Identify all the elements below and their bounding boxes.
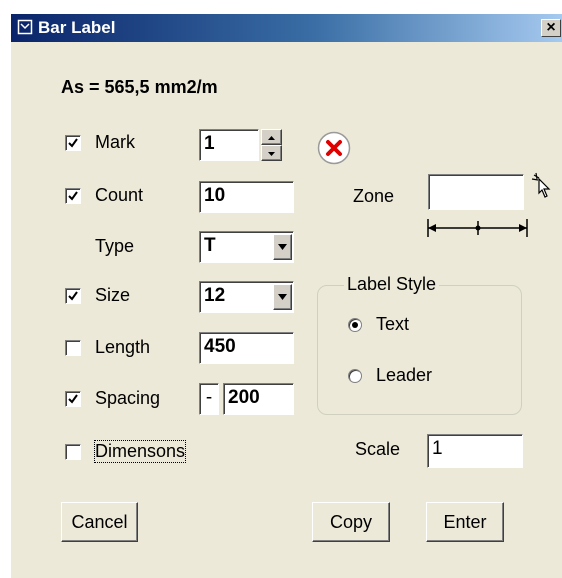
- length-checkbox[interactable]: [65, 340, 81, 356]
- check-icon: [68, 138, 78, 148]
- count-input[interactable]: 10: [199, 181, 294, 213]
- mark-label: Mark: [95, 132, 135, 152]
- check-icon: [68, 394, 78, 404]
- cancel-button[interactable]: Cancel: [61, 502, 138, 542]
- size-dropdown-button[interactable]: [273, 284, 292, 310]
- zone-label: Zone: [353, 186, 395, 206]
- arrow-up-icon: [268, 136, 275, 140]
- spacing-checkbox[interactable]: [65, 391, 81, 407]
- dimensions-checkbox[interactable]: [65, 444, 81, 460]
- radio-leader-label: Leader: [376, 365, 433, 385]
- mark-checkbox[interactable]: [65, 135, 81, 151]
- label-style-title: Label Style: [344, 274, 440, 295]
- count-checkbox[interactable]: [65, 188, 81, 204]
- window-icon: [17, 19, 33, 35]
- type-label: Type: [95, 236, 135, 256]
- type-dropdown-button[interactable]: [273, 234, 292, 260]
- radio-text[interactable]: [348, 318, 362, 332]
- label-style-group: [317, 285, 522, 415]
- close-button[interactable]: ×: [541, 19, 561, 37]
- mark-spin-down[interactable]: [261, 145, 282, 161]
- length-input[interactable]: 450: [199, 332, 294, 364]
- scale-input[interactable]: 1: [427, 434, 523, 468]
- scale-label: Scale: [355, 439, 401, 459]
- copy-button[interactable]: Copy: [312, 502, 390, 542]
- area-readout: As = 565,5 mm2/m: [61, 77, 218, 97]
- size-checkbox[interactable]: [65, 288, 81, 304]
- dimensions-label: Dimensons: [93, 440, 187, 463]
- window-title: Bar Label: [38, 18, 116, 37]
- check-icon: [68, 291, 78, 301]
- radio-leader[interactable]: [348, 369, 362, 383]
- type-value: T: [204, 235, 216, 256]
- count-label: Count: [95, 185, 144, 205]
- pick-cursor-icon[interactable]: [529, 171, 555, 205]
- zone-input[interactable]: [428, 174, 524, 210]
- spacing-label: Spacing: [95, 388, 161, 408]
- spacing-prefix-input[interactable]: -: [199, 383, 219, 415]
- arrow-down-icon: [268, 152, 275, 156]
- bar-label-dialog: Bar Label × As = 565,5 mm2/m Mark 1 Coun…: [10, 14, 562, 578]
- enter-button[interactable]: Enter: [426, 502, 504, 542]
- delete-icon[interactable]: [317, 131, 351, 165]
- mark-spin-up[interactable]: [261, 129, 282, 145]
- length-label: Length: [95, 337, 151, 357]
- size-value: 12: [204, 285, 226, 306]
- chevron-down-icon: [278, 244, 287, 250]
- size-label: Size: [95, 285, 131, 305]
- chevron-down-icon: [278, 294, 287, 300]
- spacing-input[interactable]: 200: [223, 383, 294, 415]
- mark-input[interactable]: 1: [199, 129, 259, 161]
- radio-selected-dot: [352, 322, 358, 328]
- zone-dimension-icon: [427, 219, 528, 237]
- radio-text-label: Text: [376, 314, 410, 334]
- check-icon: [68, 191, 78, 201]
- title-bar[interactable]: Bar Label ×: [11, 14, 562, 42]
